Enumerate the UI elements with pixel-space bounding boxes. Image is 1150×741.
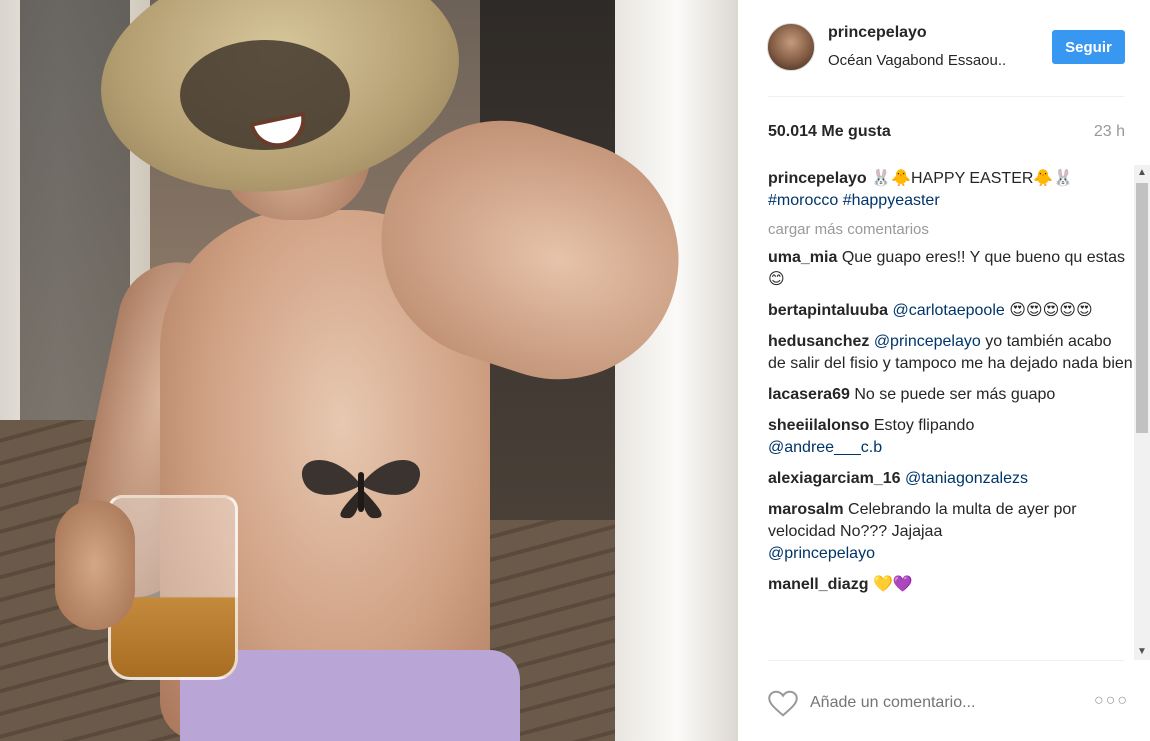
post-photo[interactable] (0, 0, 738, 741)
comment-text: Estoy flipando (873, 417, 975, 434)
comment-text: No se puede ser más guapo (854, 386, 1056, 403)
caption: princepelayo 🐰🐥HAPPY EASTER🐥🐰 #morocco #… (768, 168, 1133, 212)
comment-text: 😍😍😍😍😍 (1009, 302, 1093, 319)
comments-list: princepelayo 🐰🐥HAPPY EASTER🐥🐰 #morocco #… (768, 168, 1133, 660)
list-item: bertapintaluuba @carlotaepoole 😍😍😍😍😍 (768, 300, 1133, 322)
comment-user[interactable]: marosalm (768, 501, 844, 518)
comment-user[interactable]: alexiagarciam_16 (768, 470, 901, 487)
heart-outline-icon[interactable] (768, 690, 798, 718)
list-item: hedusanchez @princepelayo yo también aca… (768, 331, 1133, 375)
load-more-comments-link[interactable]: cargar más comentarios (768, 221, 1133, 238)
comment-mention[interactable]: @princepelayo (874, 333, 981, 350)
list-item: marosalm Celebrando la multa de ayer por… (768, 499, 1133, 565)
comment-text: 💛💜 (872, 576, 913, 593)
comments-scrollbar[interactable]: ▲ ▼ (1134, 165, 1150, 660)
post-side-panel: princepelayo Océan Vagabond Essaou.. Seg… (738, 0, 1150, 741)
footer-divider (768, 660, 1124, 661)
comment-user[interactable]: uma_mia (768, 249, 837, 266)
comment-mention[interactable]: @carlotaepoole (892, 302, 1004, 319)
post-username[interactable]: princepelayo (828, 24, 927, 42)
list-item: alexiagarciam_16 @taniagonzalezs (768, 468, 1133, 490)
avatar[interactable] (767, 23, 815, 71)
caption-text: 🐰🐥HAPPY EASTER🐥🐰 (871, 170, 1074, 187)
comment-mention[interactable]: @andree___c.b (768, 439, 882, 456)
list-item: manell_diazg 💛💜 (768, 574, 1133, 596)
list-item: lacasera69 No se puede ser más guapo (768, 384, 1133, 406)
scrollbar-thumb[interactable] (1136, 183, 1148, 433)
person-hand (55, 500, 135, 630)
comment-mention[interactable]: @princepelayo (768, 545, 875, 562)
comment-user[interactable]: lacasera69 (768, 386, 850, 403)
add-comment-input[interactable] (810, 694, 1080, 712)
follow-button[interactable]: Seguir (1052, 30, 1125, 64)
comment-user[interactable]: bertapintaluuba (768, 302, 888, 319)
butterfly-tattoo (301, 460, 421, 519)
caption-hashtags[interactable]: #morocco #happyeaster (768, 192, 940, 209)
scroll-up-arrow-icon[interactable]: ▲ (1134, 165, 1150, 181)
comment-user[interactable]: manell_diazg (768, 576, 868, 593)
post-time[interactable]: 23 h (1094, 123, 1125, 141)
caption-user[interactable]: princepelayo (768, 170, 867, 187)
post-location[interactable]: Océan Vagabond Essaou.. (828, 52, 1006, 69)
comment-user[interactable]: sheeiilalonso (768, 417, 869, 434)
list-item: sheeiilalonso Estoy flipando @andree___c… (768, 415, 1133, 459)
scroll-down-arrow-icon[interactable]: ▼ (1134, 644, 1150, 660)
comment-mention[interactable]: @taniagonzalezs (905, 470, 1028, 487)
more-options-icon[interactable]: ○○○ (1094, 692, 1129, 710)
likes-count[interactable]: 50.014 Me gusta (768, 123, 891, 141)
header-divider (768, 96, 1124, 97)
photo-person (0, 0, 738, 741)
post-header: princepelayo Océan Vagabond Essaou.. Seg… (738, 0, 1150, 96)
comment-user[interactable]: hedusanchez (768, 333, 869, 350)
list-item: uma_mia Que guapo eres!! Y que bueno qu … (768, 247, 1133, 291)
